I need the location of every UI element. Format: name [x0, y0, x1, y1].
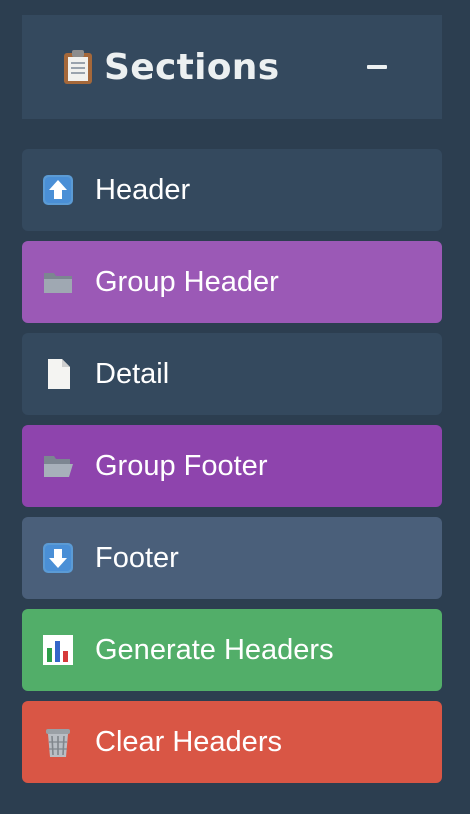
clear-headers-button[interactable]: Clear Headers — [22, 701, 442, 783]
up-arrow-icon — [42, 174, 74, 206]
section-item-label: Footer — [95, 541, 179, 574]
panel-title-text: Sections — [104, 46, 280, 88]
document-icon — [42, 358, 74, 390]
open-folder-icon — [42, 450, 74, 482]
section-item-group-footer[interactable]: Group Footer — [22, 425, 442, 507]
clipboard-icon — [62, 49, 94, 85]
section-item-label: Group Header — [95, 265, 279, 298]
section-item-label: Group Footer — [95, 449, 268, 482]
down-arrow-icon — [42, 542, 74, 574]
generate-headers-label: Generate Headers — [95, 633, 334, 666]
folder-icon — [42, 266, 74, 298]
section-item-detail[interactable]: Detail — [22, 333, 442, 415]
bar-chart-icon — [42, 634, 74, 666]
section-item-footer[interactable]: Footer — [22, 517, 442, 599]
section-item-label: Header — [95, 173, 191, 206]
section-item-label: Detail — [95, 357, 170, 390]
section-item-header[interactable]: Header — [22, 149, 442, 231]
collapse-button[interactable] — [362, 15, 392, 119]
wastebasket-icon — [42, 726, 74, 758]
clear-headers-label: Clear Headers — [95, 725, 282, 758]
minus-icon — [367, 65, 387, 69]
sections-panel-header: Sections — [22, 15, 442, 119]
generate-headers-button[interactable]: Generate Headers — [22, 609, 442, 691]
section-list: Header Group Header Detail Group Footer — [22, 149, 442, 793]
panel-title: Sections — [62, 15, 279, 119]
section-item-group-header[interactable]: Group Header — [22, 241, 442, 323]
